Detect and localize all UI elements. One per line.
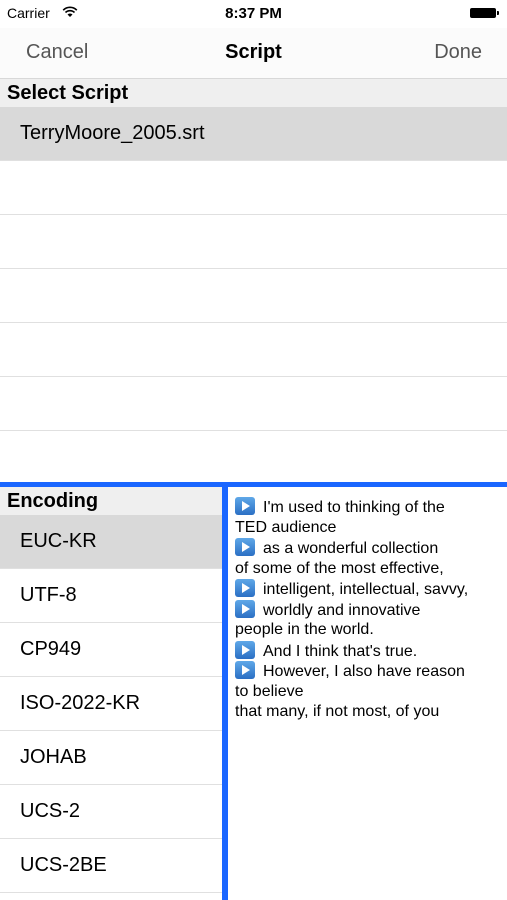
preview-line-text: as a wonderful collection: [263, 540, 439, 557]
encoding-row-label: ISO-2022-KR: [20, 692, 141, 714]
play-icon[interactable]: [235, 599, 255, 618]
preview-line: worldly and innovative: [235, 599, 503, 621]
script-row[interactable]: [0, 323, 507, 377]
encoding-row-iso-2022-kr[interactable]: ISO-2022-KR: [0, 677, 222, 731]
script-row-label: TerryMoore_2005.srt: [20, 122, 205, 144]
script-row[interactable]: TerryMoore_2005.srt: [0, 107, 507, 161]
preview-line: as a wonderful collection: [235, 538, 503, 559]
script-row[interactable]: [0, 269, 507, 323]
preview-line-text: intelligent, intellectual, savvy,: [263, 581, 469, 598]
encoding-row-cp949[interactable]: CP949: [0, 623, 222, 677]
done-button[interactable]: Done: [434, 41, 482, 64]
preview-line: intelligent, intellectual, savvy,: [235, 579, 503, 600]
preview-line-text: to believe: [235, 682, 304, 700]
encoding-list[interactable]: EUC-KR UTF-8 CP949 ISO-2022-KR JOHAB UCS-2 UCS…: [0, 515, 222, 900]
encoding-row-ucs-2be[interactable]: UCS-2BE: [0, 839, 222, 893]
script-section-header: Select Script: [0, 79, 507, 107]
preview-line: of some of the most effective,: [235, 559, 503, 580]
script-row[interactable]: [0, 431, 507, 485]
script-row[interactable]: [0, 161, 507, 215]
page-title: Script: [225, 41, 282, 63]
encoding-row-johab[interactable]: JOHAB: [0, 731, 222, 785]
preview-line-text: And I think that's true.: [263, 642, 418, 660]
encoding-row-label: EUC-KR: [20, 530, 97, 552]
preview-line: to believe: [235, 682, 503, 703]
encoding-row-euc-kr[interactable]: EUC-KR: [0, 515, 222, 569]
preview-line: that many, if not most, of you: [235, 702, 503, 723]
play-icon[interactable]: [235, 640, 255, 659]
script-section-title: Select Script: [7, 82, 129, 104]
encoding-row-label: UCS-2BE: [20, 854, 107, 876]
preview-line-text: of some of the most effective,: [235, 559, 444, 577]
encoding-row-label: UTF-8: [20, 584, 77, 606]
script-list[interactable]: TerryMoore_2005.srt: [0, 107, 507, 485]
status-bar: Carrier 8:37 PM: [0, 0, 507, 28]
script-preview: I'm used to thinking of the TED audience a…: [235, 497, 503, 723]
encoding-section-title: Encoding: [7, 490, 99, 512]
encoding-row-label: CP949: [20, 638, 82, 660]
preview-line-text: However, I also have reason: [263, 663, 465, 680]
status-time: 8:37 PM: [225, 5, 282, 22]
encoding-row-utf-8[interactable]: UTF-8: [0, 569, 222, 623]
battery-icon: [470, 8, 499, 18]
play-icon[interactable]: [235, 538, 255, 556]
encoding-section-header: Encoding: [0, 487, 222, 515]
preview-line: I'm used to thinking of the: [235, 497, 503, 518]
preview-line-text: I'm used to thinking of the: [263, 499, 445, 516]
preview-line-text: people in the world.: [235, 621, 374, 638]
navigation-bar: Cancel Script Done: [0, 28, 507, 79]
preview-line: However, I also have reason: [235, 661, 503, 682]
preview-line-text: TED audience: [235, 518, 337, 536]
play-icon[interactable]: [235, 497, 255, 515]
preview-line-text: that many, if not most, of you: [235, 703, 440, 720]
encoding-row-label: JOHAB: [20, 746, 87, 768]
play-icon[interactable]: [235, 579, 255, 597]
preview-line: TED audience: [235, 518, 503, 539]
encoding-row-ucs-2[interactable]: UCS-2: [0, 785, 222, 839]
encoding-row-label: UCS-2: [20, 800, 81, 822]
play-icon[interactable]: [235, 661, 255, 679]
preview-line: And I think that's true.: [235, 640, 503, 662]
script-row[interactable]: [0, 377, 507, 431]
vertical-divider[interactable]: [222, 487, 228, 900]
script-row[interactable]: [0, 215, 507, 269]
preview-line-text: worldly and innovative: [263, 601, 421, 619]
preview-line: people in the world.: [235, 620, 503, 641]
